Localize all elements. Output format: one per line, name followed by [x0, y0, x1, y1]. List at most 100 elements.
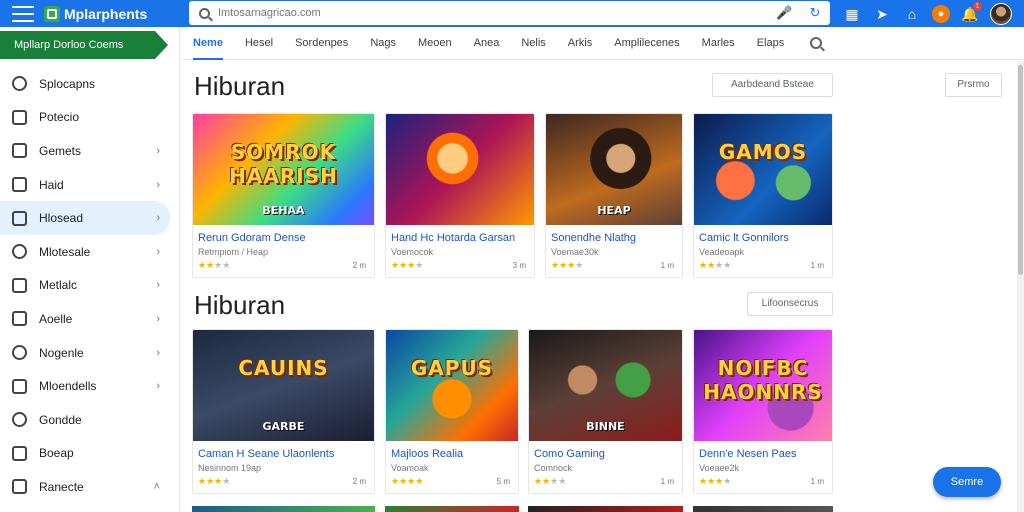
star-icon: ★ — [206, 476, 215, 486]
game-size: 1 m — [810, 261, 824, 270]
sidebar-item[interactable]: Potecio — [0, 101, 178, 135]
tab-item[interactable]: Marles — [702, 27, 735, 60]
section-title: Hiburan — [194, 71, 286, 101]
game-title[interactable]: Caman H Seane Ulaonlents — [198, 448, 334, 460]
game-card[interactable]: GAPUS Majloos Realia Voamoak ★★★★ 5 m — [385, 329, 519, 494]
sidebar-banner[interactable]: Mpllarp Dorloo Coems — [0, 31, 168, 59]
partial-card[interactable] — [693, 506, 833, 512]
game-subtitle: Retmpiom / Heap — [198, 247, 269, 257]
search-bar[interactable]: 🎤 ↻ — [189, 1, 830, 25]
tab-item[interactable]: Nags — [370, 27, 396, 60]
section-title: Hiburan — [194, 290, 286, 320]
refresh-icon[interactable]: ↻ — [808, 6, 822, 20]
tab-item[interactable]: Hesel — [245, 27, 273, 60]
logo-icon — [44, 5, 60, 22]
partial-card[interactable] — [385, 506, 519, 512]
tab-item[interactable]: Nelis — [521, 27, 545, 60]
game-card[interactable]: NOIFBC HAONNRS Denn'e Nesen Paes Voeaee2k ★… — [693, 329, 833, 494]
thumbnail-title: SOMROK HAARISH — [229, 140, 338, 188]
apps-icon[interactable]: ▦ — [842, 4, 862, 24]
section-action-button[interactable]: Aarbdeand Bsteae — [712, 73, 833, 97]
game-card[interactable]: CAUINS GARBE Caman H Seane Ulaonlents Nesin… — [192, 329, 375, 494]
game-title[interactable]: Majloos Realia — [391, 448, 463, 460]
sidebar-item[interactable]: Mloendells › — [0, 369, 178, 403]
floating-action-button[interactable]: Semre — [933, 467, 1001, 497]
sidebar-item-label: Nogenle — [39, 345, 84, 360]
star-icon: ★ — [399, 260, 408, 270]
home-icon[interactable]: ⌂ — [902, 4, 922, 24]
game-title[interactable]: Rerun Gdoram Dense — [198, 232, 306, 244]
star-rating: ★★★★ — [391, 260, 423, 271]
controller-icon — [12, 244, 27, 260]
tab-item[interactable]: Meoen — [418, 27, 452, 60]
partial-card[interactable] — [192, 506, 375, 512]
sidebar-item[interactable]: Aoelle › — [0, 302, 178, 336]
game-card[interactable]: BINNE Como Gaming Comnock ★★★★ 1 m — [528, 329, 683, 494]
app-logo[interactable]: Mplarphents — [44, 5, 148, 22]
game-card[interactable]: Hand Hc Hotarda Garsan Voemocok ★★★★ 3 m — [385, 113, 535, 278]
game-subtitle: Comnock — [534, 463, 573, 473]
section-action-button[interactable]: Lifoonsecrus — [747, 292, 833, 316]
menu-icon[interactable] — [12, 5, 34, 22]
game-card[interactable]: GAMOS Camic lt Gonnilors Veadeoapk ★★★★ 1 m — [693, 113, 833, 278]
tab-item[interactable]: Neme — [193, 27, 223, 60]
search-icon — [199, 7, 210, 19]
sidebar-item[interactable]: Metlalc › — [0, 269, 178, 303]
sidebar-item[interactable]: Mlotesale › — [0, 235, 178, 269]
mic-icon[interactable]: 🎤 — [776, 6, 792, 20]
game-title[interactable]: Como Gaming — [534, 448, 605, 460]
game-size: 1 m — [660, 477, 674, 486]
game-thumbnail: HEAP — [546, 114, 682, 225]
scrollbar-thumb[interactable] — [1018, 65, 1023, 275]
search-icon[interactable] — [810, 37, 823, 49]
game-title[interactable]: Sonendhe Nlathg — [551, 232, 636, 244]
tab-item[interactable]: Elaps — [757, 27, 785, 60]
tab-item[interactable]: Arkis — [568, 27, 592, 60]
category-tabs: Neme Hesel Sordenpes Nags Meoen Anea Nelis Arki… — [181, 27, 1024, 60]
send-icon[interactable]: ➤ — [872, 4, 892, 24]
sidebar-item[interactable]: Ranecte ˄ — [0, 470, 178, 504]
star-icon: ★ — [222, 260, 231, 270]
sidebar-list: Splocapns Potecio Gemets › Haid › Hlosead › Mlot… — [0, 67, 178, 504]
game-size: 5 m — [496, 477, 510, 486]
star-rating: ★★★★ — [699, 260, 731, 271]
chevron-right-icon: › — [156, 346, 160, 359]
game-thumbnail: GAMOS — [694, 114, 832, 225]
chevron-right-icon: › — [156, 312, 160, 325]
top-app-bar: Mplarphents 🎤 ↻ ▦ ➤ ⌂ ● 🔔1 — [0, 0, 1024, 27]
game-title[interactable]: Denn'e Nesen Paes — [699, 448, 797, 460]
shop-icon — [12, 109, 27, 125]
tab-item[interactable]: Sordenpes — [295, 27, 348, 60]
search-input[interactable] — [218, 7, 758, 19]
sidebar-item[interactable]: Gemets › — [0, 134, 178, 168]
sidebar-item[interactable]: Gondde — [0, 403, 178, 437]
tab-item[interactable]: Amplilecenes — [614, 27, 679, 60]
game-thumbnail: NOIFBC HAONNRS — [694, 330, 832, 441]
star-icon: ★ — [198, 476, 207, 486]
star-icon: ★ — [534, 476, 543, 486]
avatar[interactable] — [990, 3, 1012, 25]
scrollbar[interactable] — [1017, 61, 1024, 512]
header-button[interactable]: Prsrmo — [945, 73, 1002, 97]
sidebar-item-label: Haid — [39, 177, 64, 192]
photo-icon — [12, 445, 27, 461]
notifications-icon[interactable]: 🔔 1 — [960, 2, 982, 24]
sidebar-item[interactable]: Haid › — [0, 168, 178, 202]
game-card[interactable]: SOMROK HAARISH BEHAA Rerun Gdoram Dense Ret… — [192, 113, 375, 278]
sidebar-item[interactable]: Hlosead › — [0, 201, 170, 235]
tab-item[interactable]: Anea — [474, 27, 500, 60]
app-brand-name: Mplarphents — [64, 5, 148, 22]
game-card[interactable]: HEAP Sonendhe Nlathg Voemae30k ★★★★ 1 m — [545, 113, 683, 278]
star-icon: ★ — [723, 476, 732, 486]
game-title[interactable]: Hand Hc Hotarda Garsan — [391, 232, 515, 244]
sidebar-item[interactable]: Boeap — [0, 437, 178, 471]
sidebar-item[interactable]: Nogenle › — [0, 336, 178, 370]
star-icon: ★ — [707, 476, 716, 486]
sidebar-item[interactable]: Splocapns — [0, 67, 178, 101]
wrench-icon — [12, 378, 27, 394]
partial-card[interactable] — [528, 506, 683, 512]
game-title[interactable]: Camic lt Gonnilors — [699, 232, 789, 244]
game-subtitle: Voemocok — [391, 247, 434, 257]
star-icon: ★ — [699, 260, 708, 270]
account-icon[interactable]: ● — [932, 5, 950, 23]
